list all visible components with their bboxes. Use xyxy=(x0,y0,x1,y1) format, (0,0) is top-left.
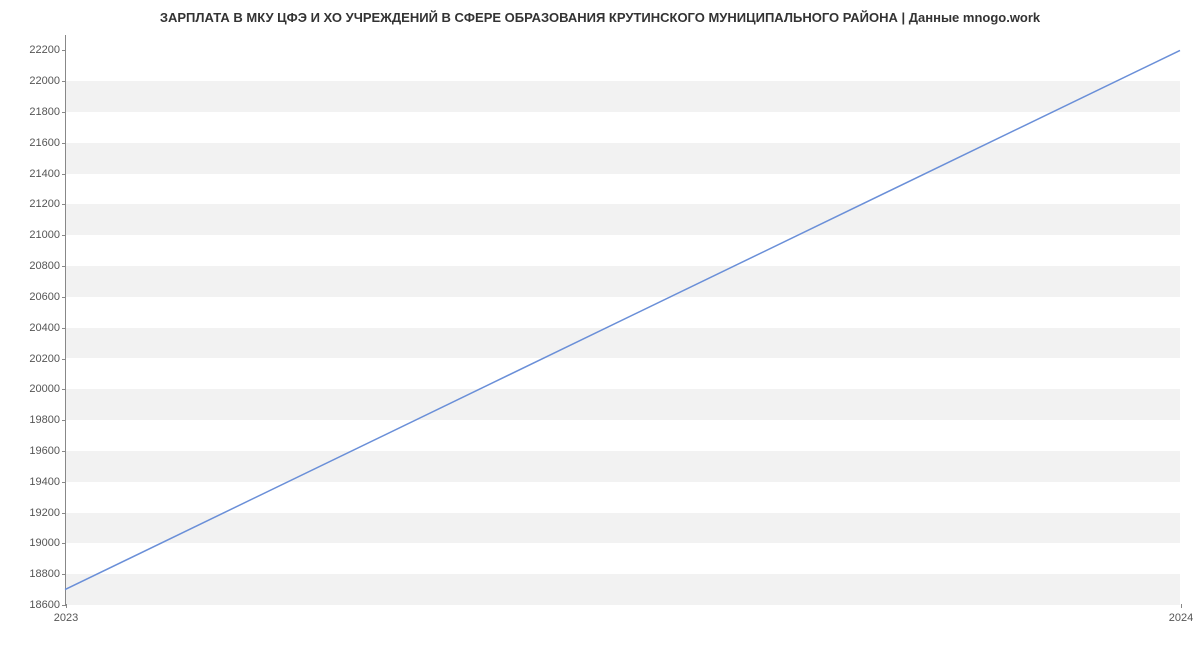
x-tick-label: 2023 xyxy=(54,612,78,624)
y-tick-label: 22000 xyxy=(29,75,60,87)
y-tick-label: 21200 xyxy=(29,198,60,210)
y-tick-label: 21800 xyxy=(29,106,60,118)
y-tick-label: 22200 xyxy=(29,44,60,56)
y-tick-label: 19800 xyxy=(29,414,60,426)
y-tick-label: 20400 xyxy=(29,322,60,334)
y-tick-label: 21400 xyxy=(29,168,60,180)
y-tick-label: 19400 xyxy=(29,476,60,488)
y-tick-label: 19600 xyxy=(29,445,60,457)
y-tick-label: 19000 xyxy=(29,537,60,549)
y-tick-label: 18600 xyxy=(29,599,60,611)
chart-plot-area: 1860018800190001920019400196001980020000… xyxy=(65,35,1180,605)
y-tick-label: 20600 xyxy=(29,291,60,303)
y-tick-label: 20000 xyxy=(29,383,60,395)
x-tick-mark xyxy=(1181,604,1182,608)
y-tick-label: 21000 xyxy=(29,229,60,241)
y-tick-label: 21600 xyxy=(29,137,60,149)
y-tick-label: 20200 xyxy=(29,353,60,365)
y-tick-label: 18800 xyxy=(29,568,60,580)
data-line xyxy=(65,50,1180,589)
x-tick-label: 2024 xyxy=(1169,612,1193,624)
y-tick-label: 20800 xyxy=(29,260,60,272)
y-tick-label: 19200 xyxy=(29,507,60,519)
chart-title: ЗАРПЛАТА В МКУ ЦФЭ И ХО УЧРЕЖДЕНИЙ В СФЕ… xyxy=(0,0,1200,30)
